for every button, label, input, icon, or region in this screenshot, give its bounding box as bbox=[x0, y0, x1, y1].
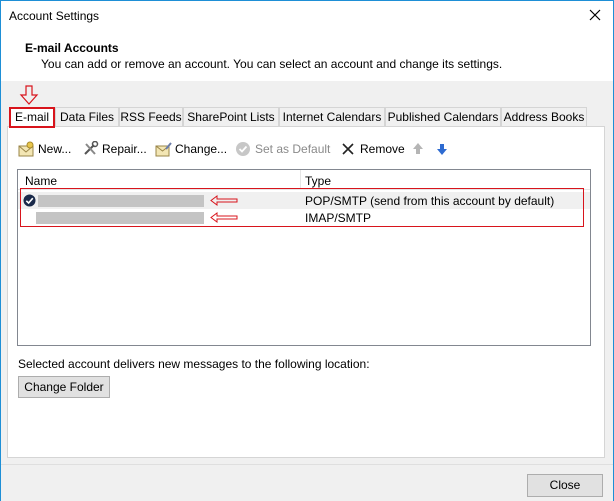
highlight-box bbox=[20, 188, 584, 227]
change-button[interactable]: Change... bbox=[155, 139, 227, 159]
tab-email[interactable]: E-mail bbox=[9, 107, 55, 128]
tab-label: Internet Calendars bbox=[282, 110, 382, 124]
account-settings-window: Account Settings E-mail Accounts You can… bbox=[0, 0, 614, 501]
tab-internet-calendars[interactable]: Internet Calendars bbox=[279, 107, 385, 128]
window-title: Account Settings bbox=[9, 9, 100, 23]
tab-rss-feeds[interactable]: RSS Feeds bbox=[119, 107, 183, 128]
column-header-type[interactable]: Type bbox=[305, 174, 331, 188]
page-header: E-mail Accounts You can add or remove an… bbox=[1, 31, 613, 81]
tab-published-calendars[interactable]: Published Calendars bbox=[385, 107, 501, 128]
repair-button[interactable]: Repair... bbox=[82, 139, 148, 159]
check-circle-icon bbox=[236, 142, 250, 156]
remove-x-icon bbox=[342, 143, 354, 155]
tab-address-books[interactable]: Address Books bbox=[501, 107, 587, 128]
toolbar: New... Repair... Change... Set as Defaul… bbox=[18, 139, 598, 159]
dialog-footer: Close bbox=[1, 464, 613, 501]
tab-label: Address Books bbox=[503, 110, 585, 124]
list-header: Name Type bbox=[18, 170, 590, 190]
move-up-button[interactable] bbox=[412, 139, 426, 159]
arrow-up-icon bbox=[413, 143, 423, 154]
delivery-location-text: Selected account delivers new messages t… bbox=[18, 357, 370, 371]
set-as-default-label: Set as Default bbox=[255, 142, 331, 156]
new-button[interactable]: New... bbox=[18, 139, 74, 159]
column-header-name[interactable]: Name bbox=[25, 174, 57, 188]
page-subtitle: You can add or remove an account. You ca… bbox=[41, 57, 503, 71]
change-button-label: Change... bbox=[175, 142, 228, 156]
title-bar: Account Settings bbox=[1, 1, 613, 31]
tab-data-files[interactable]: Data Files bbox=[55, 107, 119, 128]
accounts-list: Name Type POP/SMTP (send from this accou… bbox=[17, 169, 591, 346]
remove-button-label: Remove bbox=[360, 142, 405, 156]
arrow-down-icon bbox=[437, 144, 447, 155]
repair-button-label: Repair... bbox=[102, 142, 147, 156]
down-arrow-annotation-icon bbox=[19, 85, 39, 105]
window-close-icon[interactable] bbox=[585, 5, 605, 25]
column-divider[interactable] bbox=[300, 170, 301, 189]
repair-tools-icon bbox=[84, 141, 99, 155]
new-button-label: New... bbox=[38, 142, 72, 156]
tab-label: Published Calendars bbox=[387, 110, 499, 124]
email-tab-panel: New... Repair... Change... Set as Defaul… bbox=[7, 126, 605, 458]
tab-label: SharePoint Lists bbox=[187, 110, 275, 124]
close-button[interactable]: Close bbox=[527, 474, 603, 497]
change-folder-button[interactable]: Change Folder bbox=[18, 376, 110, 398]
new-mail-icon bbox=[18, 141, 34, 157]
move-down-button[interactable] bbox=[436, 139, 450, 159]
tab-sharepoint-lists[interactable]: SharePoint Lists bbox=[183, 107, 279, 128]
tab-label: Data Files bbox=[59, 110, 115, 124]
set-as-default-button[interactable]: Set as Default bbox=[235, 139, 331, 159]
tab-label: E-mail bbox=[14, 110, 49, 124]
change-account-icon bbox=[155, 142, 172, 157]
remove-button[interactable]: Remove bbox=[340, 139, 405, 159]
page-title: E-mail Accounts bbox=[25, 41, 119, 55]
tab-label: RSS Feeds bbox=[120, 110, 182, 124]
